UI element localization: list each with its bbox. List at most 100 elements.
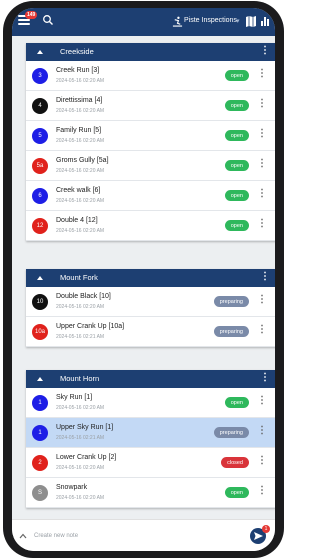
app-screen: 149 Piste Inspections ▾ Creekside ⋮ 3 Cr… (12, 8, 275, 551)
section-title: Mount Horn (60, 374, 100, 383)
run-title: Creek Run [3] (56, 67, 100, 74)
section-header[interactable]: Mount Fork ⋮ (26, 269, 275, 287)
item-menu-icon[interactable]: ⋮ (257, 189, 267, 199)
top-app-bar: 149 Piste Inspections ▾ (12, 8, 275, 36)
run-number-badge: 10a (32, 324, 48, 340)
page-title[interactable]: Piste Inspections (184, 17, 237, 24)
list-item[interactable]: 5a Groms Gully [5a] 2024-05-16 02:20 AM … (26, 151, 275, 181)
section-title: Mount Fork (60, 273, 98, 282)
item-menu-icon[interactable]: ⋮ (257, 396, 267, 406)
status-badge[interactable]: preparing (213, 427, 249, 438)
run-title: Snowpark (56, 484, 88, 491)
note-input[interactable]: Create new note (34, 533, 78, 539)
list-item[interactable]: 5 Family Run [5] 2024-05-16 02:20 AM ope… (26, 121, 275, 151)
timestamp: 2024-05-16 02:20 AM (56, 138, 105, 144)
timestamp: 2024-05-16 02:21 AM (56, 435, 105, 441)
run-title: Lower Crank Up [2] (56, 454, 117, 461)
list-item[interactable]: 12 Double 4 [12] 2024-05-16 02:20 AM ope… (26, 211, 275, 241)
run-number-badge: 5 (32, 128, 48, 144)
section-menu-icon[interactable]: ⋮ (260, 272, 270, 282)
item-menu-icon[interactable]: ⋮ (257, 159, 267, 169)
run-title: Groms Gully [5a] (56, 157, 109, 164)
list-item[interactable]: 3 Creek Run [3] 2024-05-16 02:20 AM open… (26, 61, 275, 91)
run-number-badge: 1 (32, 395, 48, 411)
status-badge[interactable]: open (224, 130, 249, 141)
notification-badge: 1 (262, 525, 270, 533)
status-badge[interactable]: open (224, 190, 249, 201)
chevron-up-icon[interactable] (36, 375, 44, 383)
phone-frame: 149 Piste Inspections ▾ Creekside ⋮ 3 Cr… (3, 1, 284, 558)
create-note-bar: Create new note 1 (12, 519, 275, 551)
item-menu-icon[interactable]: ⋮ (257, 426, 267, 436)
status-badge[interactable]: closed (221, 457, 249, 468)
run-title: Double Black [10] (56, 293, 111, 300)
run-number-badge: 3 (32, 68, 48, 84)
run-number-badge: 10 (32, 294, 48, 310)
map-icon[interactable] (246, 15, 256, 27)
section-card-mount-horn: Mount Horn ⋮ 1 Sky Run [1] 2024-05-16 02… (26, 370, 275, 508)
timestamp: 2024-05-16 02:20 AM (56, 108, 105, 114)
list-item[interactable]: 6 Creek walk [6] 2024-05-16 02:20 AM ope… (26, 181, 275, 211)
run-number-badge: 12 (32, 218, 48, 234)
section-card-creekside: Creekside ⋮ 3 Creek Run [3] 2024-05-16 0… (26, 43, 275, 241)
list-item[interactable]: 10 Double Black [10] 2024-05-16 02:20 AM… (26, 287, 275, 317)
section-header[interactable]: Mount Horn ⋮ (26, 370, 275, 388)
item-menu-icon[interactable]: ⋮ (257, 219, 267, 229)
run-number-badge: S (32, 485, 48, 501)
item-menu-icon[interactable]: ⋮ (257, 325, 267, 335)
run-title: Direttissima [4] (56, 97, 103, 104)
timestamp: 2024-05-16 02:20 AM (56, 228, 105, 234)
item-menu-icon[interactable]: ⋮ (257, 295, 267, 305)
menu-badge: 149 (25, 11, 38, 19)
list-item[interactable]: S Snowpark 2024-05-16 02:20 AM open ⋮ (26, 478, 275, 508)
chevron-down-icon[interactable]: ▾ (236, 17, 240, 25)
chevron-up-icon[interactable] (36, 48, 44, 56)
run-number-badge: 6 (32, 188, 48, 204)
timestamp: 2024-05-16 02:21 AM (56, 334, 105, 340)
bar-chart-icon[interactable] (260, 15, 270, 27)
item-menu-icon[interactable]: ⋮ (257, 69, 267, 79)
list-item[interactable]: 2 Lower Crank Up [2] 2024-05-16 02:20 AM… (26, 448, 275, 478)
timestamp: 2024-05-16 02:20 AM (56, 495, 105, 501)
item-menu-icon[interactable]: ⋮ (257, 456, 267, 466)
run-title: Family Run [5] (56, 127, 102, 134)
item-menu-icon[interactable]: ⋮ (257, 129, 267, 139)
status-badge[interactable]: preparing (213, 296, 249, 307)
timestamp: 2024-05-16 02:20 AM (56, 198, 105, 204)
list-item[interactable]: 4 Direttissima [4] 2024-05-16 02:20 AM o… (26, 91, 275, 121)
list-item[interactable]: 10a Upper Crank Up [10a] 2024-05-16 02:2… (26, 317, 275, 347)
section-card-mount-fork: Mount Fork ⋮ 10 Double Black [10] 2024-0… (26, 269, 275, 347)
status-badge[interactable]: open (224, 160, 249, 171)
item-menu-icon[interactable]: ⋮ (257, 486, 267, 496)
status-badge[interactable]: open (224, 70, 249, 81)
status-badge[interactable]: preparing (213, 326, 249, 337)
chat-icon[interactable] (274, 14, 275, 26)
skier-icon (172, 16, 183, 27)
run-number-badge: 5a (32, 158, 48, 174)
list-item-selected[interactable]: 1 Upper Sky Run [1] 2024-05-16 02:21 AM … (26, 418, 275, 448)
list-item[interactable]: 1 Sky Run [1] 2024-05-16 02:20 AM open ⋮ (26, 388, 275, 418)
run-title: Double 4 [12] (56, 217, 98, 224)
status-badge[interactable]: open (224, 397, 249, 408)
chevron-up-icon[interactable] (36, 274, 44, 282)
run-number-badge: 2 (32, 455, 48, 471)
timestamp: 2024-05-16 02:20 AM (56, 168, 105, 174)
run-title: Creek walk [6] (56, 187, 101, 194)
status-badge[interactable]: open (224, 487, 249, 498)
timestamp: 2024-05-16 02:20 AM (56, 465, 105, 471)
section-header[interactable]: Creekside ⋮ (26, 43, 275, 61)
run-number-badge: 1 (32, 425, 48, 441)
section-menu-icon[interactable]: ⋮ (260, 46, 270, 56)
status-badge[interactable]: open (224, 220, 249, 231)
timestamp: 2024-05-16 02:20 AM (56, 78, 105, 84)
search-icon[interactable] (42, 14, 54, 26)
run-title: Sky Run [1] (56, 394, 93, 401)
section-menu-icon[interactable]: ⋮ (260, 373, 270, 383)
run-title: Upper Crank Up [10a] (56, 323, 125, 330)
timestamp: 2024-05-16 02:20 AM (56, 304, 105, 310)
item-menu-icon[interactable]: ⋮ (257, 99, 267, 109)
chevron-up-icon[interactable] (19, 532, 27, 540)
status-badge[interactable]: open (224, 100, 249, 111)
timestamp: 2024-05-16 02:20 AM (56, 405, 105, 411)
run-title: Upper Sky Run [1] (56, 424, 114, 431)
